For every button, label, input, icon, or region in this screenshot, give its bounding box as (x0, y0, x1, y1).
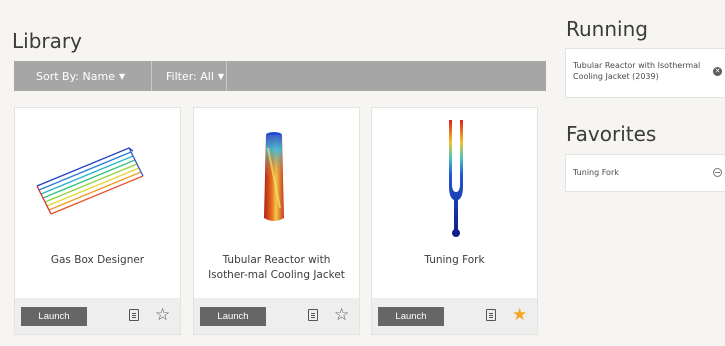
favorite-item[interactable]: Tuning Fork (565, 154, 725, 192)
app-card-name: Tubular Reactor with Isother-mal Cooling… (208, 254, 345, 281)
tubular-reactor-icon (194, 108, 359, 238)
library-toolbar: Sort By: Name ▼ Filter: All ▼ (14, 61, 546, 91)
document-icon[interactable] (129, 309, 139, 321)
app-card-gas-box[interactable]: Gas Box Designer Launch ☆ (14, 107, 181, 335)
app-card-name: Tuning Fork (424, 254, 485, 266)
launch-button[interactable]: Launch (200, 307, 266, 326)
app-card-tubular-reactor[interactable]: Tubular Reactor with Isother-mal Cooling… (193, 107, 360, 335)
sort-label: Sort By: Name (36, 69, 115, 83)
running-title: Running (566, 17, 648, 41)
favorites-title: Favorites (566, 122, 657, 146)
launch-button[interactable]: Launch (21, 307, 87, 326)
running-item-label: Tubular Reactor with Isothermal Cooling … (573, 61, 701, 81)
gas-box-icon (15, 108, 180, 238)
filter-label: Filter: All (166, 69, 214, 83)
app-card-footer: Launch ☆ (15, 298, 180, 334)
sort-dropdown[interactable]: Sort By: Name ▼ (14, 61, 152, 91)
star-outline-icon[interactable]: ☆ (155, 305, 170, 325)
star-filled-icon[interactable]: ★ (512, 305, 527, 325)
app-card-tuning-fork[interactable]: Tuning Fork Launch ★ (371, 107, 538, 335)
remove-circle-icon[interactable] (713, 168, 722, 177)
tuning-fork-icon (372, 108, 537, 238)
library-title: Library (12, 29, 82, 53)
document-icon[interactable] (486, 309, 496, 321)
caret-down-icon: ▼ (217, 71, 225, 81)
running-item[interactable]: Tubular Reactor with Isothermal Cooling … (565, 48, 725, 98)
document-icon[interactable] (308, 309, 318, 321)
close-icon[interactable]: ✕ (713, 67, 722, 76)
app-card-name: Gas Box Designer (50, 254, 145, 266)
filter-dropdown[interactable]: Filter: All ▼ (152, 61, 227, 91)
caret-down-icon: ▼ (118, 71, 126, 81)
app-card-footer: Launch ★ (372, 298, 537, 334)
favorite-item-label: Tuning Fork (573, 168, 619, 177)
star-outline-icon[interactable]: ☆ (334, 305, 349, 325)
app-card-footer: Launch ☆ (194, 298, 359, 334)
launch-button[interactable]: Launch (378, 307, 444, 326)
